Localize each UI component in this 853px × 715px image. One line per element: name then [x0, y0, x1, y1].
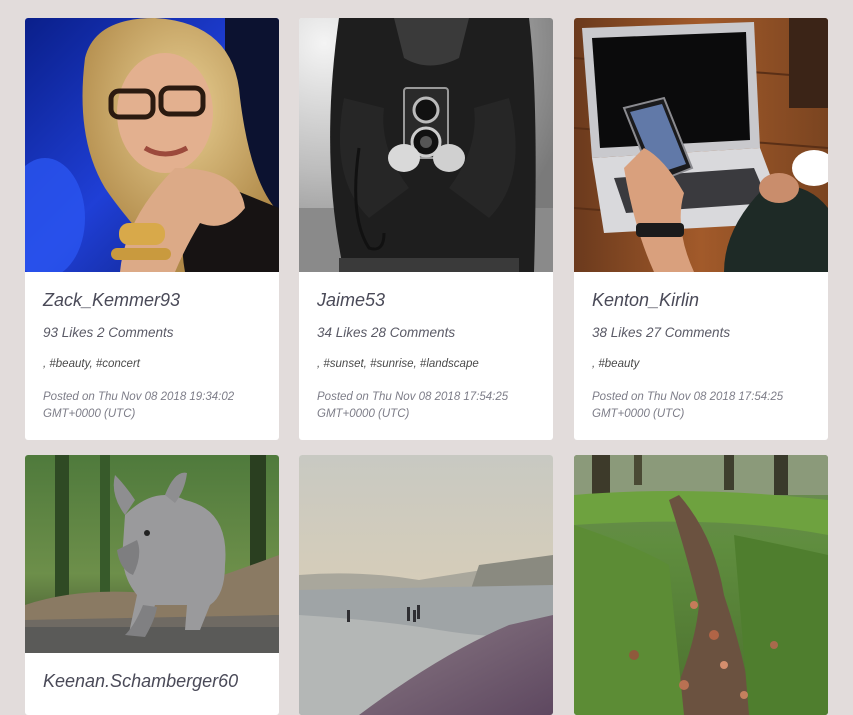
tag-link[interactable]: #sunrise — [370, 358, 413, 370]
post-username[interactable]: Kenton_Kirlin — [592, 290, 699, 311]
tag-link[interactable]: #landscape — [420, 358, 479, 370]
post-username[interactable]: Zack_Kemmer93 — [43, 290, 180, 311]
post-stats: 93 Likes 2 Comments — [43, 325, 174, 340]
post-stats: 34 Likes 28 Comments — [317, 325, 456, 340]
post-photo[interactable] — [574, 455, 828, 715]
post-stats: 38 Likes 27 Comments — [592, 325, 731, 340]
post-tags: , #beauty, #concert — [43, 358, 140, 370]
post-date: Posted on Thu Nov 08 2018 19:34:02 GMT+0… — [43, 391, 235, 420]
post-card[interactable]: Kenton_Kirlin 38 Likes 27 Comments , #be… — [574, 18, 828, 440]
post-card[interactable] — [574, 455, 828, 715]
baby-rhino-photo — [25, 455, 279, 653]
post-card[interactable] — [299, 455, 553, 715]
woman-with-glasses-photo — [25, 18, 279, 272]
post-tags: , #sunset, #sunrise, #landscape — [317, 358, 479, 370]
post-tags: , #beauty — [592, 358, 640, 370]
misty-beach-photo — [299, 455, 553, 715]
man-with-vintage-camera-photo — [299, 18, 553, 272]
post-username[interactable]: Keenan.Schamberger60 — [43, 671, 238, 692]
post-card[interactable]: Keenan.Schamberger60 — [25, 455, 279, 715]
forest-path-photo — [574, 455, 828, 715]
post-photo[interactable] — [299, 455, 553, 715]
tag-link[interactable]: #beauty — [598, 358, 639, 370]
post-photo[interactable] — [25, 455, 279, 653]
tag-link[interactable]: #beauty — [49, 358, 89, 370]
post-date: Posted on Thu Nov 08 2018 17:54:25 GMT+0… — [317, 391, 509, 420]
post-photo[interactable] — [25, 18, 279, 272]
tag-link[interactable]: #concert — [96, 358, 140, 370]
post-date: Posted on Thu Nov 08 2018 17:54:25 GMT+0… — [592, 391, 784, 420]
post-username[interactable]: Jaime53 — [317, 290, 385, 311]
post-card[interactable]: Zack_Kemmer93 93 Likes 2 Comments , #bea… — [25, 18, 279, 440]
post-photo[interactable] — [574, 18, 828, 272]
laptop-and-phone-photo — [574, 18, 828, 272]
post-card[interactable]: Jaime53 34 Likes 28 Comments , #sunset, … — [299, 18, 553, 440]
tag-link[interactable]: #sunset — [323, 358, 363, 370]
post-photo[interactable] — [299, 18, 553, 272]
